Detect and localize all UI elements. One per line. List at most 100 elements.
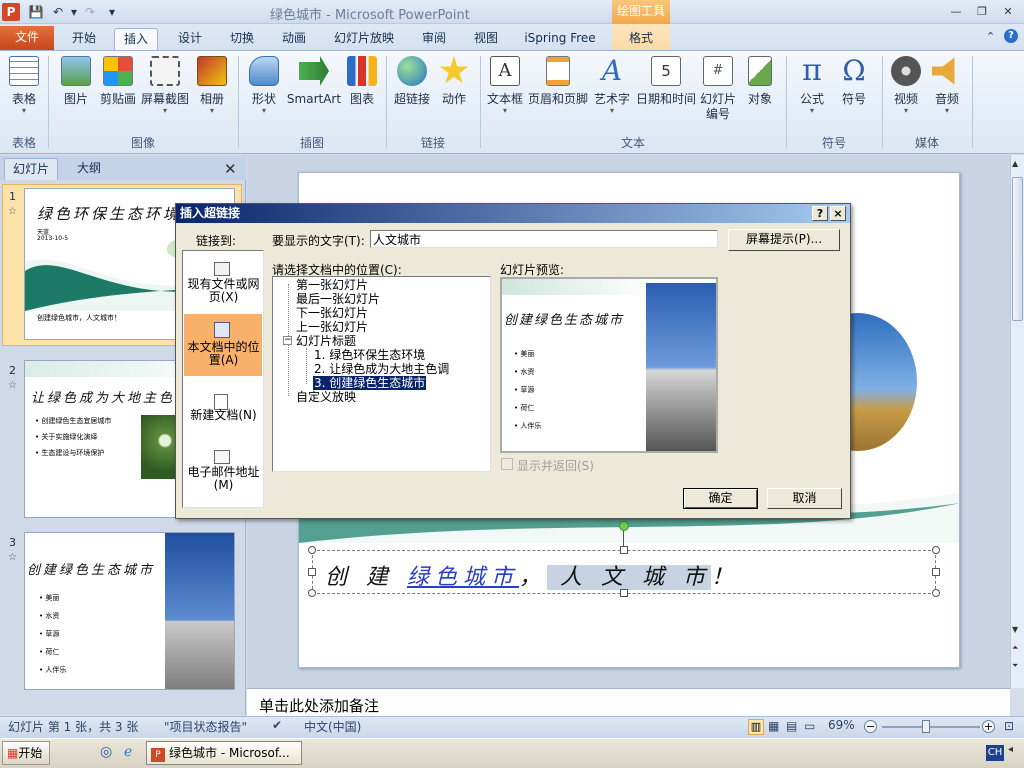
zoom-in-icon[interactable]: + [982, 720, 995, 733]
scroll-down-icon[interactable]: ▼ [1012, 625, 1018, 634]
input-method-indicator[interactable]: CH [986, 745, 1004, 761]
powerpoint-app-icon[interactable]: P [2, 3, 20, 21]
undo-dropdown-icon[interactable]: ▾ [66, 4, 82, 20]
hyperlink-button[interactable]: 超链接 [392, 56, 432, 107]
equation-button[interactable]: π 公式 ▾ [794, 56, 830, 115]
dialog-close-button[interactable]: × [830, 206, 846, 221]
rotate-handle[interactable] [619, 521, 629, 531]
resize-handle[interactable] [308, 568, 316, 576]
dialog-help-button[interactable]: ? [812, 206, 828, 221]
slide-thumbnail-3[interactable]: 创建绿色生态城市 • 美丽 • 水资 • 草源 • 荷仁 • 人伴乐 [24, 532, 235, 690]
textbox-button[interactable]: A 文本框 ▾ [484, 56, 526, 115]
resize-handle[interactable] [620, 589, 628, 597]
cancel-button[interactable]: 取消 [767, 488, 842, 509]
smartart-button[interactable]: SmartArt [286, 56, 342, 107]
tree-custom-shows[interactable]: 自定义放映 [296, 390, 356, 404]
next-slide-icon[interactable]: ⏷ [1012, 661, 1018, 671]
wordart-button[interactable]: A 艺术字 ▾ [592, 56, 632, 115]
slide-sorter-icon[interactable]: ▦ [768, 719, 779, 733]
slide-main-text[interactable]: 创 建 绿色城市， 人 文 城 市！ [325, 559, 739, 591]
normal-view-icon[interactable]: ▥ [748, 719, 764, 735]
vertical-scrollbar[interactable]: ▲ ▼ ⏶ ⏷ [1010, 155, 1024, 688]
show-desktop-icon[interactable]: ◎ [100, 744, 112, 760]
tab-view[interactable]: 视图 [464, 28, 508, 50]
clipart-button[interactable]: 剪贴画 [98, 56, 138, 107]
slideshow-view-icon[interactable]: ▭ [804, 719, 815, 733]
link-place-in-document[interactable]: 本文档中的位置(A) [185, 341, 262, 367]
tree-collapse-icon[interactable]: − [283, 336, 292, 345]
tree-slide-3-selected[interactable]: 3. 创建绿色生态城市 [313, 376, 427, 390]
resize-handle[interactable] [932, 546, 940, 554]
browser-icon[interactable]: ℯ [124, 744, 132, 760]
show-and-return-checkbox[interactable] [501, 458, 513, 470]
tree-first-slide[interactable]: 第一张幻灯片 [296, 278, 368, 292]
table-button[interactable]: 表格 ▾ [4, 56, 44, 115]
zoom-slider-track[interactable] [882, 726, 980, 728]
tab-outline[interactable]: 大纲 [62, 158, 116, 180]
tab-file[interactable]: 文件 [0, 26, 54, 50]
help-icon[interactable]: ? [1004, 29, 1018, 43]
tray-expand-icon[interactable]: ◂ [1008, 744, 1013, 755]
scroll-thumb[interactable] [1012, 177, 1023, 321]
redo-icon[interactable]: ↷ [82, 4, 98, 20]
resize-handle[interactable] [932, 589, 940, 597]
resize-handle[interactable] [308, 546, 316, 554]
tree-slide-titles[interactable]: 幻灯片标题 [296, 334, 356, 348]
restore-icon[interactable]: ❐ [974, 4, 990, 20]
tab-slides[interactable]: 幻灯片 [4, 158, 58, 180]
customize-qat-icon[interactable]: ▾ [104, 4, 120, 20]
ok-button[interactable]: 确定 [683, 488, 758, 509]
slide-number-button[interactable]: # 幻灯片 编号 [698, 56, 738, 122]
tab-review[interactable]: 审阅 [412, 28, 456, 50]
zoom-slider-thumb[interactable] [922, 720, 931, 733]
scroll-up-icon[interactable]: ▲ [1012, 159, 1018, 168]
audio-button[interactable]: 音频 ▾ [928, 56, 966, 115]
resize-handle[interactable] [932, 568, 940, 576]
zoom-level[interactable]: 69% [828, 718, 855, 732]
notes-pane[interactable]: 单击此处添加备注 [247, 688, 1010, 716]
tree-previous-slide[interactable]: 上一张幻灯片 [296, 320, 368, 334]
start-button[interactable]: ▦开始 [2, 741, 50, 765]
display-text-input[interactable] [370, 230, 718, 248]
header-footer-button[interactable]: 页眉和页脚 [528, 56, 588, 107]
tab-animations[interactable]: 动画 [272, 28, 316, 50]
tab-ispring[interactable]: iSpring Free [518, 28, 602, 50]
chart-button[interactable]: 图表 [344, 56, 380, 107]
undo-icon[interactable]: ↶ [50, 4, 66, 20]
collapse-ribbon-icon[interactable]: ⌃ [986, 30, 995, 43]
minimize-icon[interactable]: — [948, 4, 964, 20]
zoom-out-icon[interactable]: − [864, 720, 877, 733]
spelling-check-icon[interactable]: ✔ [272, 718, 282, 732]
language-status[interactable]: 中文(中国) [304, 718, 361, 735]
reading-view-icon[interactable]: ▤ [786, 719, 797, 733]
close-window-icon[interactable]: ✕ [1000, 4, 1016, 20]
tab-insert[interactable]: 插入 [114, 28, 158, 50]
taskbar-powerpoint-item[interactable]: P 绿色城市 - Microsof... [146, 741, 302, 765]
theme-status[interactable]: "项目状态报告" [164, 718, 247, 735]
tab-slideshow[interactable]: 幻灯片放映 [326, 28, 402, 50]
tree-next-slide[interactable]: 下一张幻灯片 [296, 306, 368, 320]
tree-slide-1[interactable]: 1. 绿色环保生态环境 [314, 348, 425, 362]
date-time-button[interactable]: 5 日期和时间 [636, 56, 696, 107]
screenshot-button[interactable]: 屏幕截图 ▾ [140, 56, 190, 115]
tree-slide-2[interactable]: 2. 让绿色成为大地主色调 [314, 362, 449, 376]
resize-handle[interactable] [620, 546, 628, 554]
photo-album-button[interactable]: 相册 ▾ [194, 56, 230, 115]
link-new-document[interactable]: 新建文档(N) [185, 409, 262, 422]
video-button[interactable]: 视频 ▾ [888, 56, 924, 115]
fit-to-window-icon[interactable]: ⊡ [1004, 719, 1014, 733]
previous-slide-icon[interactable]: ⏶ [1012, 643, 1018, 653]
tab-transitions[interactable]: 切换 [220, 28, 264, 50]
shapes-button[interactable]: 形状 ▾ [244, 56, 284, 115]
tab-home[interactable]: 开始 [62, 28, 106, 50]
tree-last-slide[interactable]: 最后一张幻灯片 [296, 292, 380, 306]
tab-design[interactable]: 设计 [168, 28, 212, 50]
action-button[interactable]: 动作 [436, 56, 472, 107]
link-email-address[interactable]: 电子邮件地址(M) [185, 466, 262, 492]
resize-handle[interactable] [308, 589, 316, 597]
object-button[interactable]: 对象 [742, 56, 778, 107]
link-existing-file[interactable]: 现有文件或网页(X) [185, 278, 262, 304]
close-pane-icon[interactable]: ✕ [224, 160, 237, 178]
tab-format[interactable]: 格式 [612, 28, 670, 50]
screentip-button[interactable]: 屏幕提示(P)... [728, 229, 840, 251]
